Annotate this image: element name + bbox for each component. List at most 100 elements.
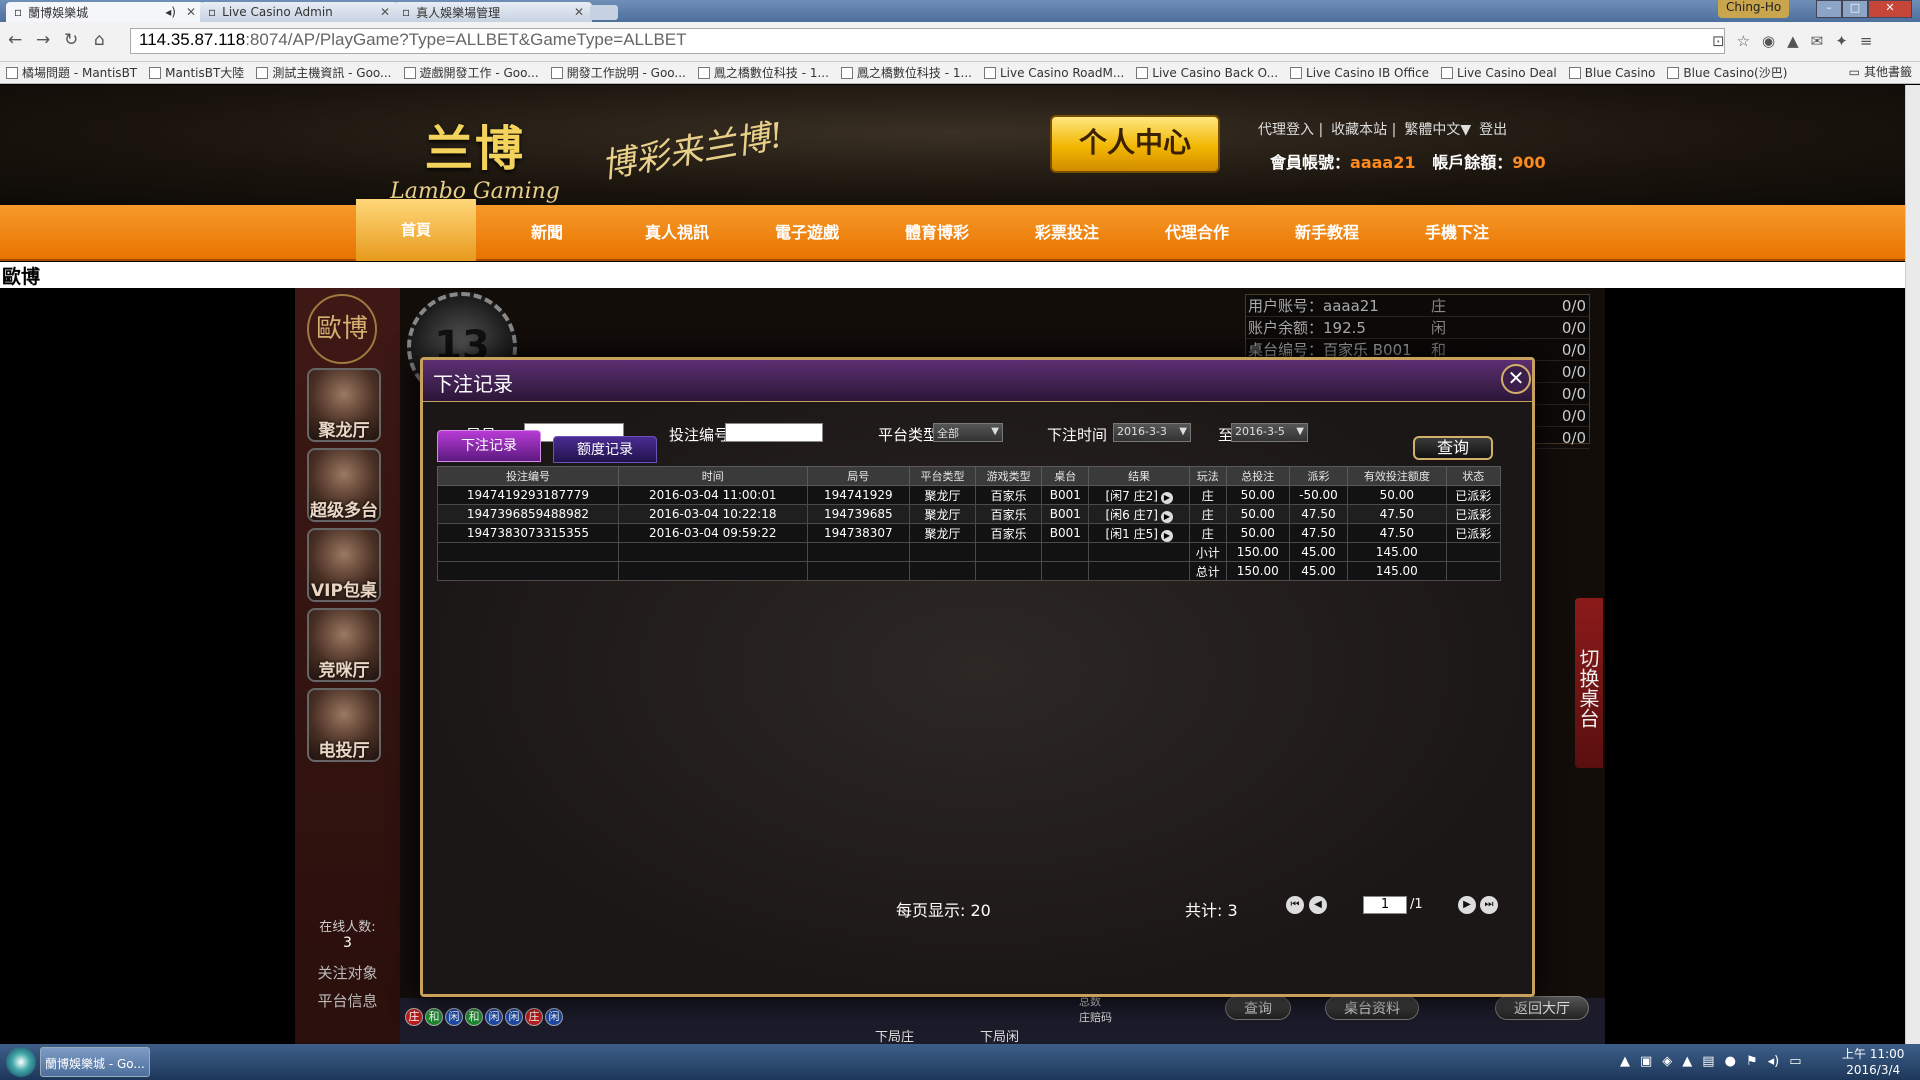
last-page-icon[interactable]: ⏭ (1480, 896, 1498, 914)
menu-icon[interactable]: ≡ (1860, 32, 1873, 50)
bookmark-item[interactable]: Blue Casino(沙巴) (1667, 63, 1787, 82)
address-bar[interactable]: 114.35.87.118:8074/AP/PlayGame?Type=ALLB… (130, 28, 1725, 54)
member-center-button[interactable]: 个人中心 (1050, 115, 1220, 173)
tab-live-casino-admin[interactable]: ▫ Live Casino Admin ✕ (200, 2, 398, 22)
start-icon[interactable] (6, 1047, 36, 1077)
table-cell (1445, 561, 1502, 581)
agent-login-link[interactable]: 代理登入 | (1258, 119, 1323, 139)
page-icon: ▫ (402, 5, 411, 19)
star-icon[interactable]: ☆ (1737, 32, 1750, 50)
nav-agent[interactable]: 代理合作 (1132, 205, 1262, 261)
hall-vip[interactable]: VIP包桌 (307, 528, 381, 602)
nav-live-video[interactable]: 真人視訊 (612, 205, 742, 261)
prev-page-icon[interactable]: ◀ (1309, 896, 1327, 914)
nav-tutorial[interactable]: 新手教程 (1262, 205, 1392, 261)
bookmark-item[interactable]: MantisBT大陸 (149, 63, 244, 82)
tab-bet-record[interactable]: 下注记录 (437, 430, 541, 462)
reload-icon[interactable]: ↻ (64, 30, 78, 50)
result-detail-icon[interactable]: ▶ (1160, 529, 1173, 542)
close-icon[interactable]: ✕ (186, 5, 196, 19)
info-value: 0/0 (1561, 296, 1586, 315)
hall-julong[interactable]: 聚龙厅 (307, 368, 381, 442)
bookmark-item[interactable]: 開發工作說明 - Goo... (550, 63, 686, 82)
outlook-icon[interactable]: ▤ (1702, 1054, 1714, 1069)
shield-icon[interactable]: ◈ (1662, 1054, 1672, 1069)
forward-icon[interactable]: → (36, 30, 50, 50)
table-row[interactable]: 1947383073315355 2016-03-04 09:59:22 19473… (437, 523, 1502, 543)
nav-news[interactable]: 新聞 (482, 205, 612, 261)
bookmark-item[interactable]: Live Casino Back O... (1136, 63, 1278, 82)
bookmark-item[interactable]: 鳳之橋數位科技 - 1... (697, 63, 829, 82)
tray-arrow-icon[interactable]: ▲ (1620, 1054, 1630, 1069)
platform-info-link[interactable]: 平台信息 (295, 990, 400, 1011)
mail-icon[interactable]: ✉ (1811, 32, 1824, 50)
hall-phone-bet[interactable]: 电投厅 (307, 688, 381, 762)
extension-icon[interactable]: ◉ (1762, 32, 1775, 50)
close-icon[interactable]: ✕ (1501, 364, 1531, 394)
nav-egames[interactable]: 電子遊戲 (742, 205, 872, 261)
bookmark-item[interactable]: 鳳之橋數位科技 - 1... (840, 63, 972, 82)
drive-icon[interactable]: ▲ (1787, 32, 1799, 50)
bookmark-item[interactable]: 橘場問題 - MantisBT (6, 63, 137, 82)
bookmark-site-link[interactable]: 收藏本站 | (1331, 119, 1396, 139)
hall-multi[interactable]: 超级多台 (307, 448, 381, 522)
page-scrollbar[interactable] (1905, 85, 1920, 1044)
table-cell: 2016-03-04 10:22:18 (617, 504, 808, 524)
date-from-select[interactable]: 2016-3-3 ▼ (1113, 423, 1191, 442)
result-detail-icon[interactable]: ▶ (1160, 491, 1173, 504)
chat-icon[interactable]: ● (1725, 1054, 1736, 1069)
first-page-icon[interactable]: ⏮ (1286, 896, 1304, 914)
maximize-icon[interactable]: □ (1842, 0, 1868, 18)
switch-table-tab[interactable]: 切换桌台 (1575, 598, 1603, 768)
home-icon[interactable]: ⌂ (94, 30, 105, 50)
logout-link[interactable]: 登出 (1479, 119, 1507, 139)
result-detail-icon[interactable]: ▶ (1160, 510, 1173, 523)
nav-lottery[interactable]: 彩票投注 (1002, 205, 1132, 261)
profile-badge[interactable]: Ching-Ho (1718, 0, 1790, 18)
hall-squeeze[interactable]: 竞咪厅 (307, 608, 381, 682)
tab-casino-manage[interactable]: ▫ 真人娛樂場管理 ✕ (394, 2, 592, 22)
new-tab-button[interactable] (590, 5, 618, 20)
page-input[interactable]: 1 (1363, 896, 1407, 914)
bet-number-input[interactable] (725, 423, 823, 442)
bookmark-item[interactable]: Live Casino RoadM... (983, 63, 1124, 82)
network-icon[interactable]: ▣ (1640, 1054, 1652, 1069)
table-row[interactable]: 1947419293187779 2016-03-04 11:00:01 19474… (437, 485, 1502, 505)
query-game-button[interactable]: 查询 (1225, 996, 1291, 1020)
follow-link[interactable]: 关注对象 (295, 962, 400, 983)
site-logo[interactable]: 兰博 Lambo Gaming (390, 109, 560, 204)
bookmark-item[interactable]: Blue Casino (1568, 63, 1655, 82)
next-page-icon[interactable]: ▶ (1458, 896, 1476, 914)
extension2-icon[interactable]: ✦ (1835, 32, 1848, 50)
language-select[interactable]: 繁體中文▼ (1404, 119, 1471, 139)
drive-icon[interactable]: ▲ (1682, 1054, 1692, 1069)
flag-icon[interactable]: ⚑ (1746, 1054, 1758, 1069)
query-button[interactable]: 查询 (1413, 436, 1493, 460)
bookmark-item[interactable]: 測試主機資訊 - Goo... (256, 63, 392, 82)
nav-sports[interactable]: 體育博彩 (872, 205, 1002, 261)
close-icon[interactable]: ✕ (574, 5, 584, 19)
platform-select[interactable]: 全部 ▼ (933, 423, 1003, 442)
back-icon[interactable]: ← (8, 30, 22, 50)
taskbar-chrome-item[interactable]: 蘭博娛樂城 - Go... (40, 1047, 150, 1077)
minimize-icon[interactable]: – (1816, 0, 1842, 18)
nav-home[interactable]: 首頁 1.0.0.9267 (356, 199, 476, 301)
tab-credit-record[interactable]: 额度记录 (553, 436, 657, 463)
table-info-button[interactable]: 桌台资料 (1325, 996, 1419, 1020)
nav-mobile[interactable]: 手機下注 (1392, 205, 1522, 261)
bookmark-item[interactable]: 遊戲開發工作 - Goo... (403, 63, 539, 82)
window-close-icon[interactable]: ✕ (1868, 0, 1912, 18)
return-lobby-button[interactable]: 返回大厅 (1495, 996, 1589, 1020)
date-to-select[interactable]: 2016-3-5 ▼ (1231, 423, 1308, 442)
translate-icon[interactable]: ⊡ (1712, 32, 1725, 50)
table-cell: 47.50 (1347, 504, 1447, 524)
table-row[interactable]: 1947396859488982 2016-03-04 10:22:18 19473… (437, 504, 1502, 524)
cell-text: 50.00 (1240, 526, 1275, 540)
other-bookmarks[interactable]: ▭ 其他書籤 (1849, 63, 1912, 80)
display-icon[interactable]: ▭ (1789, 1054, 1801, 1069)
tab-lambo[interactable]: ▫ 蘭博娛樂城 ◂) ✕ (6, 2, 204, 22)
bookmark-item[interactable]: Live Casino IB Office (1290, 63, 1429, 82)
close-icon[interactable]: ✕ (380, 5, 390, 19)
volume-icon[interactable]: ◂) (1768, 1054, 1780, 1069)
bookmark-item[interactable]: Live Casino Deal (1441, 63, 1557, 82)
